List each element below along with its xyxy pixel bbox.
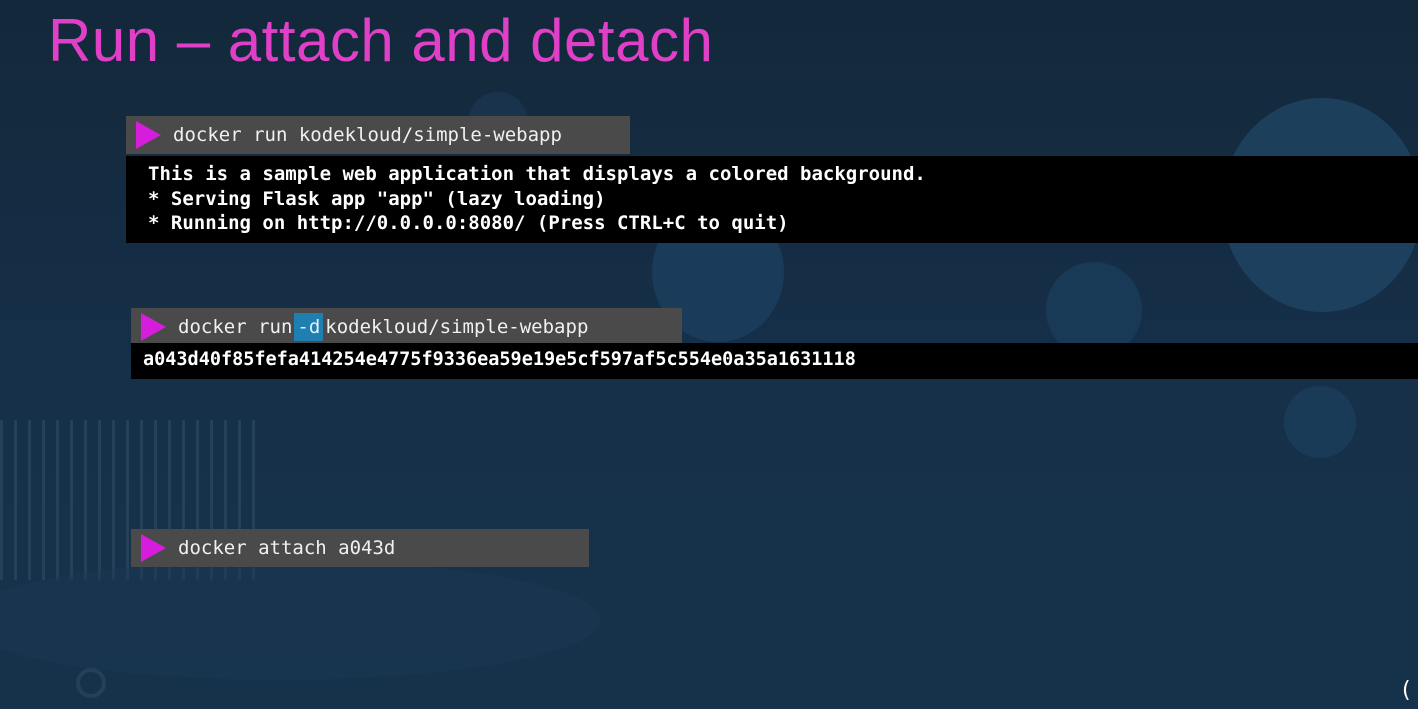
play-arrow-icon: [141, 313, 166, 341]
command-line-run: docker run kodekloud/simple-webapp: [126, 116, 630, 154]
corner-badge-fragment: (: [1402, 678, 1411, 703]
container-id-output: a043d40f85fefa414254e4775f9336ea59e19e5c…: [131, 343, 1418, 379]
play-arrow-icon: [136, 121, 161, 149]
output-line: This is a sample web application that di…: [148, 163, 926, 185]
command-line-attach: docker attach a043d: [131, 529, 589, 567]
command-output-run: This is a sample web application that di…: [126, 156, 1418, 243]
command-line-run-detached: docker run -d kodekloud/simple-webapp: [131, 308, 682, 346]
slide-title: Run – attach and detach: [48, 7, 714, 74]
output-line: * Running on http://0.0.0.0:8080/ (Press…: [148, 212, 789, 234]
watermark-logo: [76, 668, 106, 698]
background-circle: [1284, 386, 1356, 458]
command-text: docker run kodekloud/simple-webapp: [173, 124, 562, 146]
output-line: * Serving Flask app "app" (lazy loading): [148, 187, 606, 210]
command-text: docker run: [178, 316, 293, 338]
command-text: kodekloud/simple-webapp: [325, 316, 589, 338]
command-text: docker attach a043d: [178, 537, 396, 559]
play-arrow-icon: [141, 534, 166, 562]
background-wave: [0, 560, 600, 680]
detach-flag-highlight: -d: [294, 313, 324, 341]
